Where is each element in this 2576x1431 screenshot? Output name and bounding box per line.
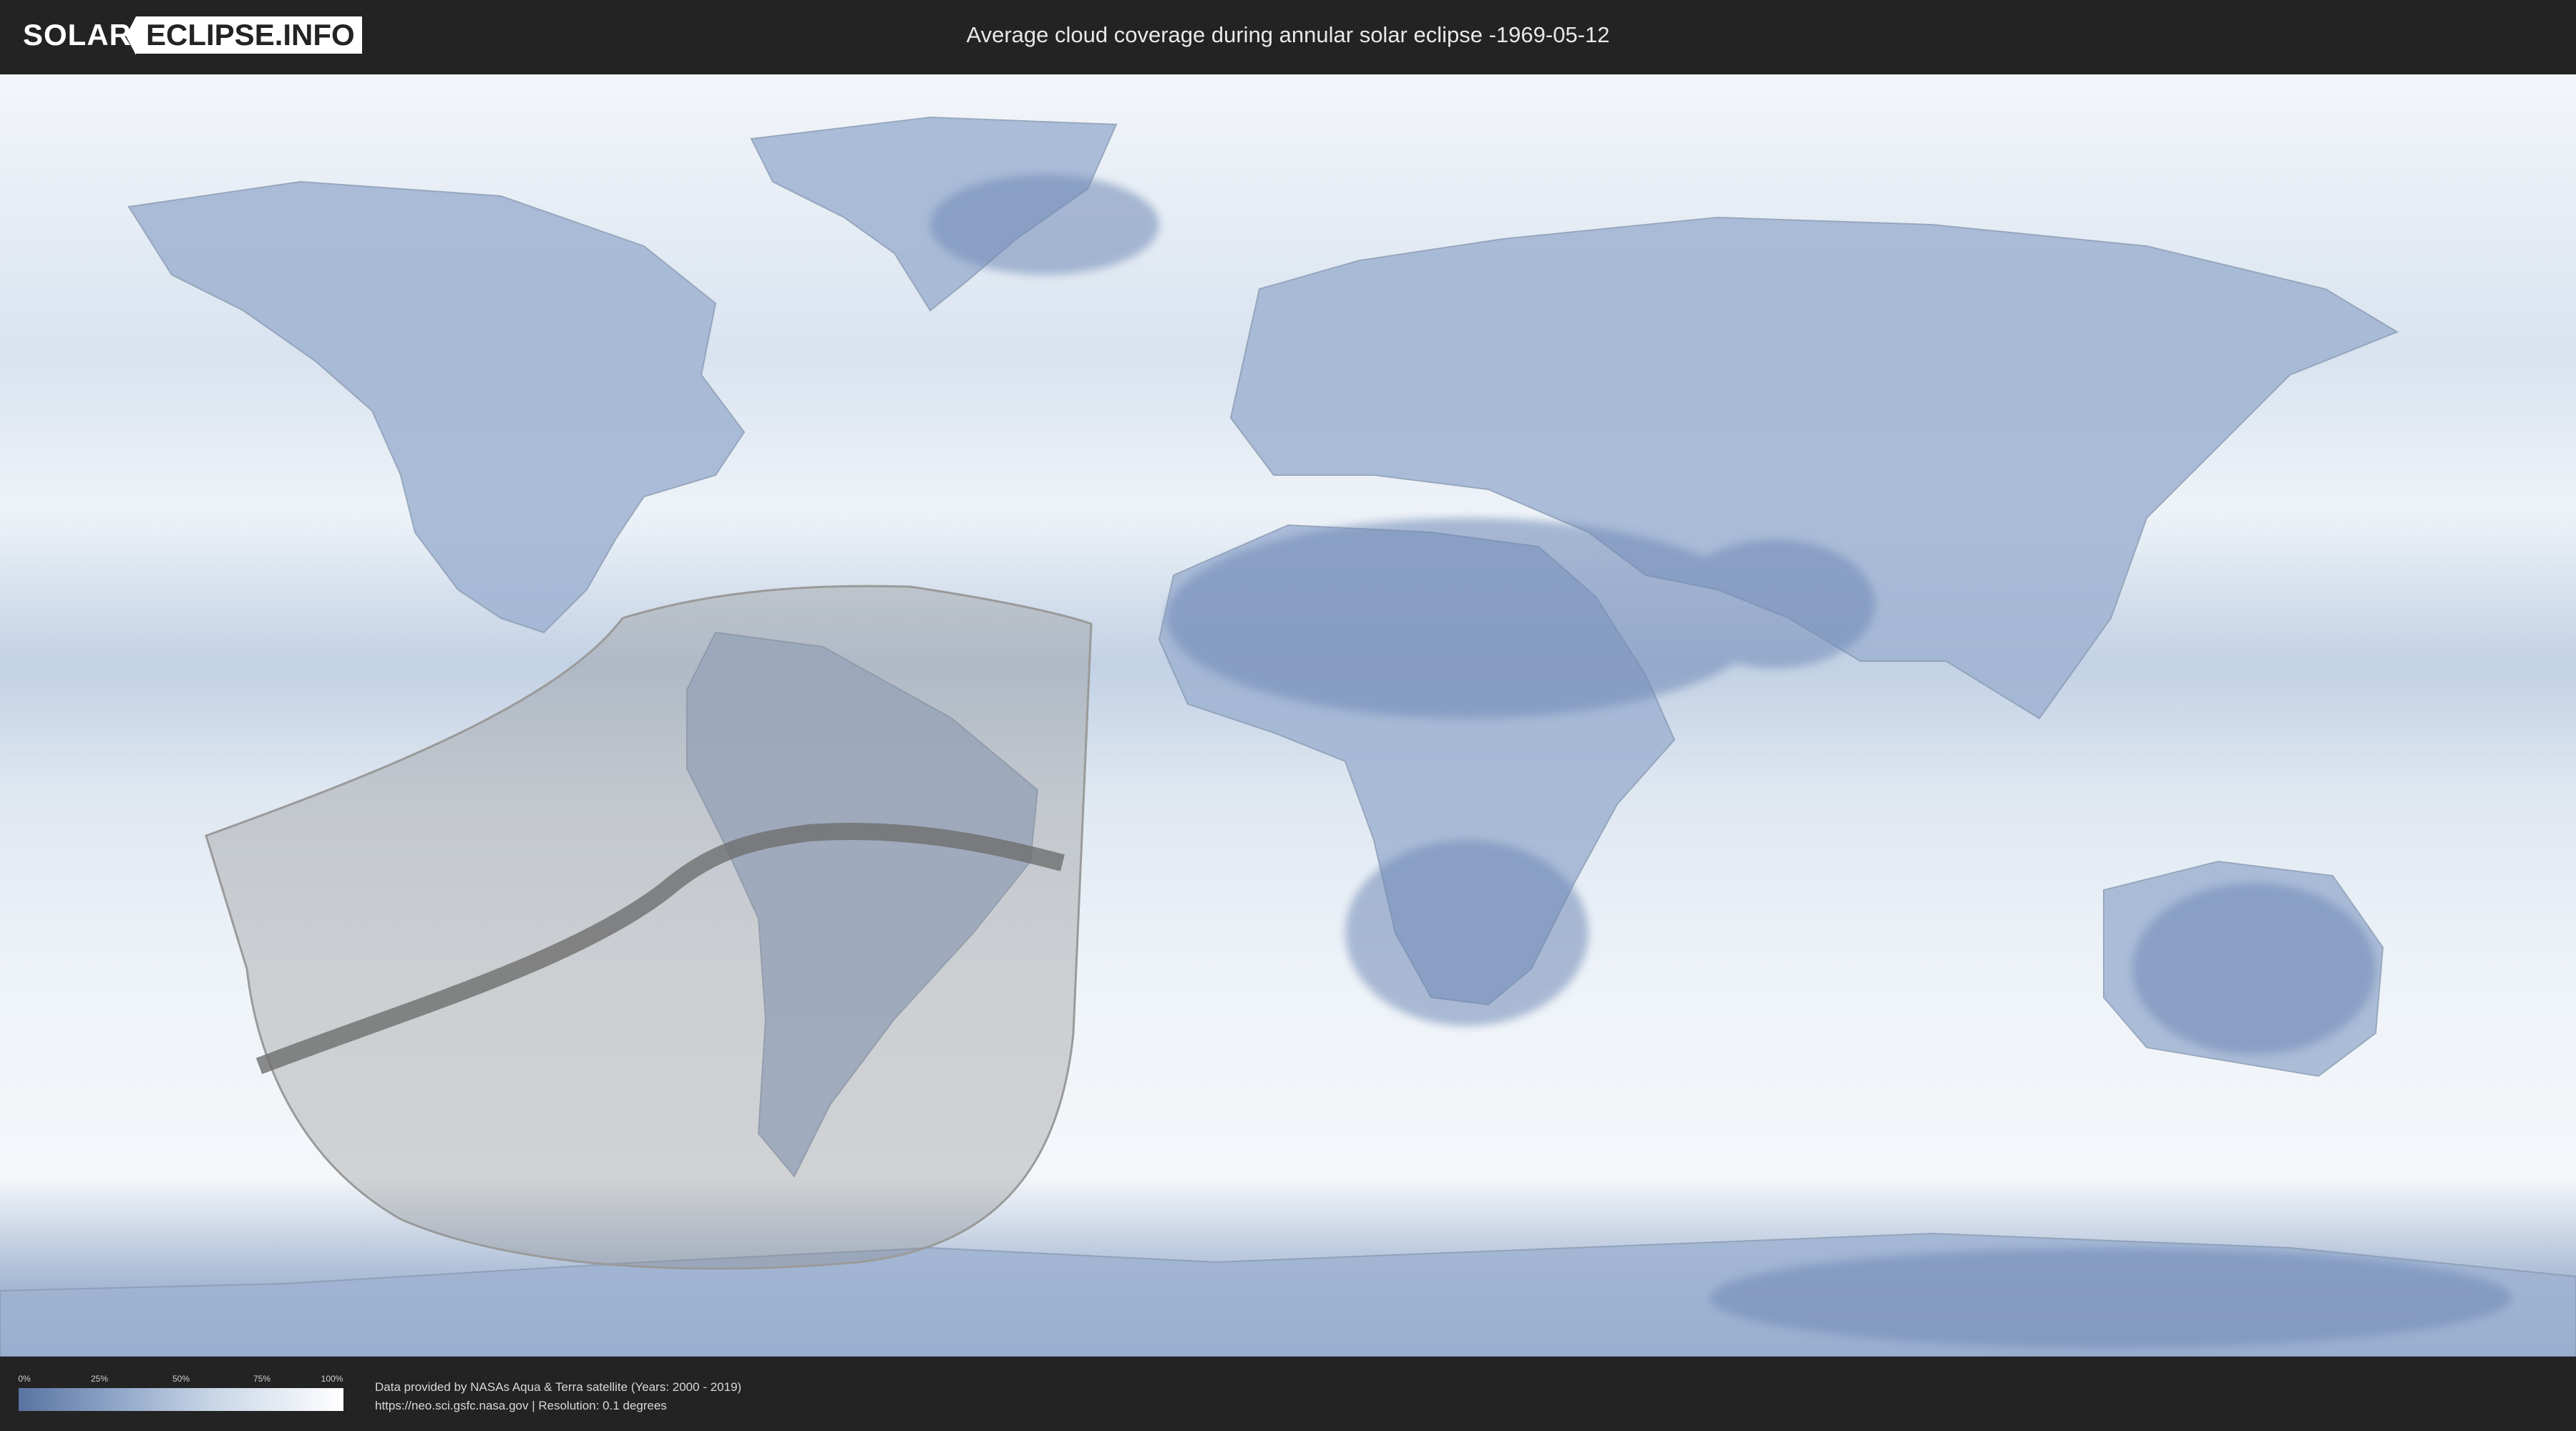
header-bar: SOLAR ECLIPSE.INFO Average cloud coverag… <box>0 0 2576 72</box>
footer-bar: 0% 25% 50% 75% 100% Data provided by NAS… <box>0 1357 2576 1431</box>
data-credits: Data provided by NASAs Aqua & Terra sate… <box>375 1378 741 1415</box>
legend-tick-75: 75% <box>253 1374 271 1384</box>
legend-tick-25: 25% <box>90 1374 109 1384</box>
legend-color-bar <box>19 1388 343 1411</box>
credits-line-source: Data provided by NASAs Aqua & Terra sate… <box>375 1380 742 1394</box>
world-cloud-map <box>0 74 2576 1357</box>
legend-tick-50: 50% <box>172 1374 190 1384</box>
legend-tick-0: 0% <box>18 1374 31 1384</box>
page-title: Average cloud coverage during annular so… <box>966 22 1610 47</box>
cloud-coverage-map-image <box>0 74 2576 1357</box>
cloud-coverage-legend: 0% 25% 50% 75% 100% <box>18 1374 343 1411</box>
credits-line-url[interactable]: https://neo.sci.gsfc.nasa.gov | Resoluti… <box>375 1397 741 1415</box>
legend-tick-100: 100% <box>321 1374 343 1384</box>
